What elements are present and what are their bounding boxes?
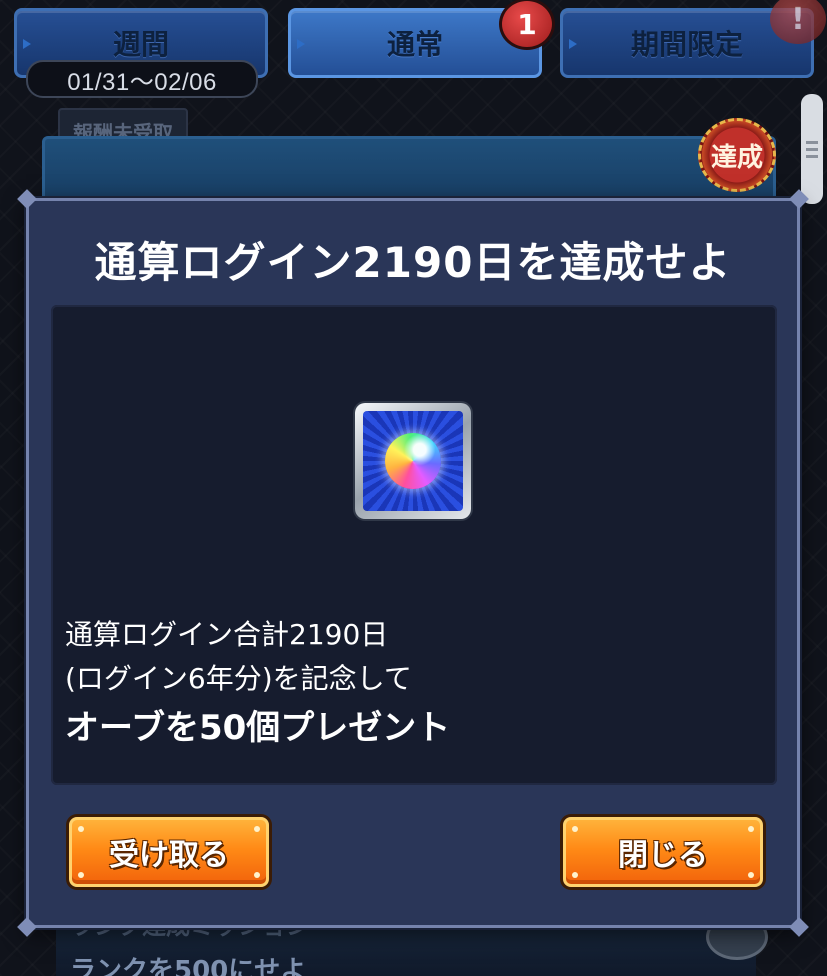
description-line-2: (ログイン6年分)を記念して xyxy=(65,662,412,695)
tab-limited-label: 期間限定 xyxy=(630,28,743,61)
reward-item-background xyxy=(363,411,463,511)
receive-button-label: 受け取る xyxy=(109,838,229,873)
tab-weekly-label: 週間 xyxy=(112,28,169,61)
close-button-label: 閉じる xyxy=(618,838,708,873)
date-range: 01/31〜02/06 xyxy=(26,60,258,98)
mission-description: 通算ログイン合計2190日 (ログイン6年分)を記念して オーブを50個プレゼン… xyxy=(65,613,450,755)
rainbow-orb-icon xyxy=(385,433,441,489)
mission-dialog: 通算ログイン2190日を達成せよ 通算ログイン合計2190日 (ログイン6年分)… xyxy=(17,189,809,937)
achieved-seal-icon: 達成 xyxy=(698,118,776,192)
dialog-title: 通算ログイン2190日を達成せよ xyxy=(94,238,732,287)
tab-arrow-icon xyxy=(569,39,577,49)
description-line-3: オーブを50個プレゼント xyxy=(65,708,451,748)
tab-arrow-icon xyxy=(297,39,305,49)
scrollbar-handle[interactable] xyxy=(801,94,823,204)
mission-title-text: ランクを500にせよ xyxy=(70,956,307,976)
tab-arrow-icon xyxy=(23,39,31,49)
dialog-content-panel: 通算ログイン合計2190日 (ログイン6年分)を記念して オーブを50個プレゼン… xyxy=(51,305,777,785)
receive-button[interactable]: 受け取る xyxy=(69,817,269,887)
tab-normal-label: 通常 xyxy=(386,28,443,61)
reward-item-frame xyxy=(355,403,471,519)
close-button[interactable]: 閉じる xyxy=(563,817,763,887)
mission-card-background-bottom: ランク達成ミッション ランクを500にせよ xyxy=(56,920,756,976)
notification-badge: 1 xyxy=(499,0,555,50)
description-line-1: 通算ログイン合計2190日 xyxy=(65,618,389,651)
